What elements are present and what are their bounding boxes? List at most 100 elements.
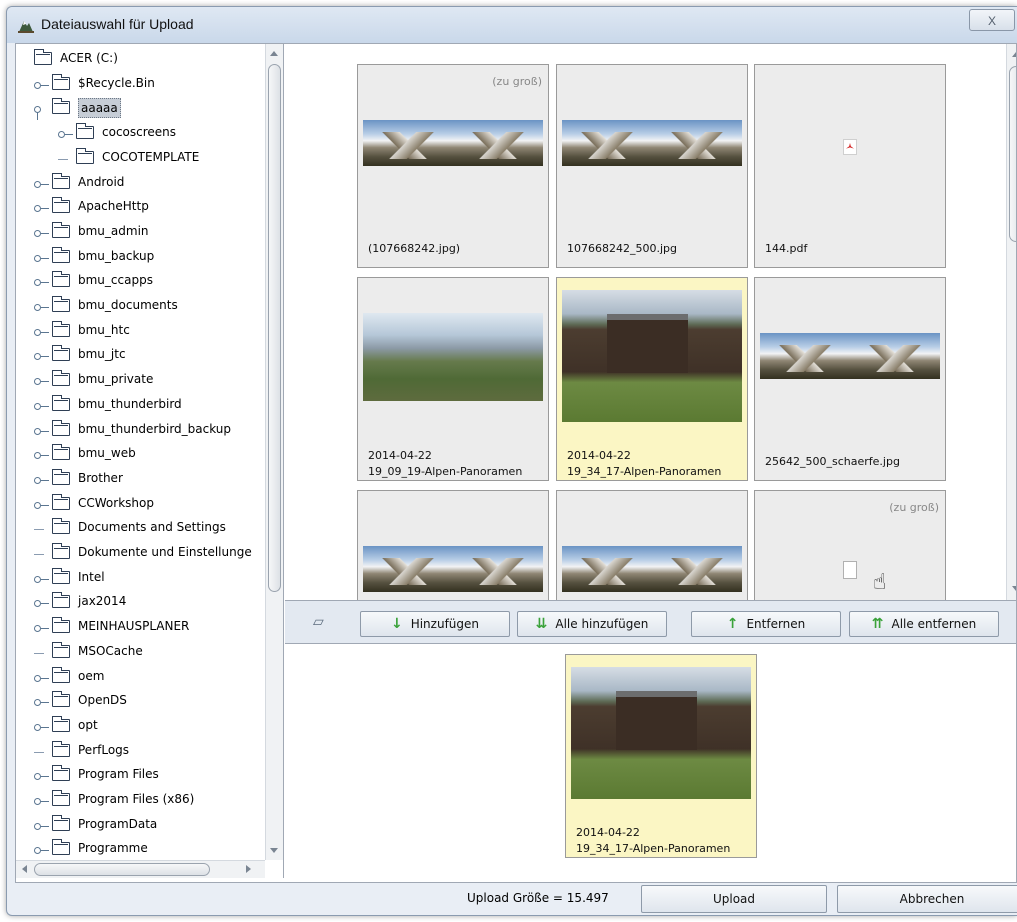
tree-collapsed-icon[interactable] <box>34 328 49 336</box>
tree-collapsed-icon[interactable] <box>34 451 49 460</box>
grid-vertical-scrollbar[interactable] <box>1006 44 1016 600</box>
tree-collapsed-icon[interactable] <box>34 674 49 682</box>
folder-tree-item[interactable]: Android <box>34 172 265 196</box>
folder-tree-item[interactable]: opt <box>34 715 265 739</box>
folder-tree-item[interactable]: COCOTEMPLATE <box>58 147 265 171</box>
file-card[interactable] <box>357 490 549 600</box>
folder-icon <box>52 814 70 831</box>
tree-collapsed-icon[interactable] <box>34 303 49 311</box>
folder-tree-item[interactable]: bmu_documents <box>34 295 265 319</box>
folder-tree-item[interactable]: Intel <box>34 567 265 591</box>
folder-tree-item[interactable]: OpenDS <box>34 690 265 714</box>
folder-tree-item[interactable]: oem <box>34 666 265 690</box>
file-card[interactable]: 107668242_500.jpg <box>556 64 748 268</box>
thumbnail-image <box>363 120 543 166</box>
tree-collapsed-icon[interactable] <box>34 599 49 608</box>
folder-tree-label: COCOTEMPLATE <box>102 149 200 164</box>
folder-tree-label: MEINHAUSPLANER <box>78 619 190 634</box>
tree-horizontal-scrollbar[interactable] <box>16 860 265 878</box>
tree-collapsed-icon[interactable] <box>34 352 49 361</box>
add-all-button[interactable]: ⇊ Alle hinzufügen <box>517 611 667 637</box>
file-name-line: 2014-04-22 <box>567 449 631 462</box>
file-card[interactable]: (zu groß) (107668242.jpg) <box>357 64 549 268</box>
folder-tree-item[interactable]: MEINHAUSPLANER <box>34 616 265 640</box>
thumbnail-image <box>363 546 543 592</box>
grid-scroll-up-icon[interactable] <box>1012 52 1016 57</box>
folder-tree-item[interactable]: ACER (C:) <box>34 48 265 72</box>
folder-tree-item[interactable]: PerfLogs <box>34 740 265 764</box>
tree-collapsed-icon[interactable] <box>34 822 49 830</box>
folder-tree-item[interactable]: bmu_jtc <box>34 344 265 368</box>
folder-tree-item[interactable]: bmu_backup <box>34 246 265 270</box>
folder-icon <box>52 444 70 461</box>
tree-scroll-thumb[interactable] <box>268 64 281 592</box>
folder-tree-item[interactable]: Program Files <box>34 764 265 788</box>
close-button[interactable]: X <box>969 9 1015 31</box>
folder-tree-item[interactable]: aaaaa <box>34 97 265 121</box>
grid-scroll-down-icon[interactable] <box>1012 586 1016 591</box>
file-card[interactable]: 2014-04-22 19_34_17-Alpen-Panoramen <box>565 654 757 858</box>
tree-scroll-down-icon[interactable] <box>270 848 278 853</box>
file-card[interactable]: (zu groß) <box>754 490 946 600</box>
file-name: 2014-04-22 19_09_19-Alpen-Panoramen <box>368 448 522 480</box>
tree-collapsed-icon[interactable] <box>34 575 49 583</box>
folder-tree-item[interactable]: bmu_private <box>34 369 265 393</box>
tree-collapsed-icon[interactable] <box>34 402 49 410</box>
tree-collapsed-icon[interactable] <box>34 698 49 707</box>
tree-collapsed-icon[interactable] <box>34 81 49 89</box>
tree-collapsed-icon[interactable] <box>34 476 49 484</box>
tree-collapsed-icon[interactable] <box>34 797 49 805</box>
folder-tree-item[interactable]: MSOCache <box>34 641 265 665</box>
tree-collapsed-icon[interactable] <box>34 278 49 287</box>
folder-tree-item[interactable]: ApacheHttp <box>34 196 265 220</box>
folder-tree-item[interactable]: bmu_admin <box>34 221 265 245</box>
file-card[interactable] <box>556 490 748 600</box>
folder-tree-item[interactable]: bmu_web <box>34 443 265 467</box>
tree-collapsed-icon[interactable] <box>34 427 49 435</box>
folder-tree-item[interactable]: cocoscreens <box>58 122 265 146</box>
title-bar[interactable]: Dateiauswahl für Upload X <box>7 7 1017 43</box>
folder-tree-item[interactable]: Programme <box>34 838 265 860</box>
file-card[interactable]: 2014-04-22 19_34_17-Alpen-Panoramen <box>556 277 748 481</box>
tree-collapsed-icon[interactable] <box>34 229 49 237</box>
tree-collapsed-icon[interactable] <box>34 180 49 188</box>
file-name: 2014-04-22 19_34_17-Alpen-Panoramen <box>567 448 721 480</box>
file-card[interactable]: 25642_500_schaerfe.jpg <box>754 277 946 481</box>
upload-button[interactable]: Upload <box>641 885 827 913</box>
folder-tree-item[interactable]: bmu_htc <box>34 320 265 344</box>
add-button[interactable]: ↓ Hinzufügen <box>360 611 510 637</box>
folder-tree-item[interactable]: $Recycle.Bin <box>34 73 265 97</box>
cancel-button[interactable]: Abbrechen <box>837 885 1017 913</box>
tree-collapsed-icon[interactable] <box>34 254 49 262</box>
tree-collapsed-icon[interactable] <box>34 624 49 633</box>
folder-tree-item[interactable]: Brother <box>34 468 265 492</box>
remove-button[interactable]: ↑ Entfernen <box>691 611 841 637</box>
remove-all-button[interactable]: ⇈ Alle entfernen <box>849 611 999 637</box>
folder-tree-item[interactable]: Documents and Settings <box>34 517 265 541</box>
tree-scroll-left-icon[interactable] <box>22 865 27 873</box>
folder-tree-item[interactable]: bmu_thunderbird_backup <box>34 419 265 443</box>
grid-scroll-thumb[interactable] <box>1009 66 1016 242</box>
folder-tree-item[interactable]: Dokumente und Einstellunge <box>34 542 265 566</box>
folder-tree-item[interactable]: Program Files (x86) <box>34 789 265 813</box>
tree-scroll-up-icon[interactable] <box>270 51 278 56</box>
tree-collapsed-icon[interactable] <box>34 723 49 731</box>
tree-vertical-scrollbar[interactable] <box>265 44 283 860</box>
tree-collapsed-icon[interactable] <box>58 130 73 139</box>
tree-scroll-right-icon[interactable] <box>246 865 251 873</box>
tree-collapsed-icon[interactable] <box>34 772 49 781</box>
folder-tree-item[interactable]: ProgramData <box>34 814 265 838</box>
tree-collapsed-icon[interactable] <box>34 377 49 386</box>
tree-expanded-icon[interactable] <box>34 105 48 121</box>
folder-tree-item[interactable]: CCWorkshop <box>34 493 265 517</box>
file-card[interactable]: 144.pdf <box>754 64 946 268</box>
file-name: 107668242_500.jpg <box>567 241 677 257</box>
file-card[interactable]: 2014-04-22 19_09_19-Alpen-Panoramen <box>357 277 549 481</box>
tree-collapsed-icon[interactable] <box>34 501 49 509</box>
folder-tree-item[interactable]: jax2014 <box>34 591 265 615</box>
tree-hscroll-thumb[interactable] <box>34 863 210 876</box>
tree-collapsed-icon[interactable] <box>34 846 49 855</box>
tree-collapsed-icon[interactable] <box>34 204 49 213</box>
folder-tree-item[interactable]: bmu_thunderbird <box>34 394 265 418</box>
folder-tree-item[interactable]: bmu_ccapps <box>34 270 265 294</box>
